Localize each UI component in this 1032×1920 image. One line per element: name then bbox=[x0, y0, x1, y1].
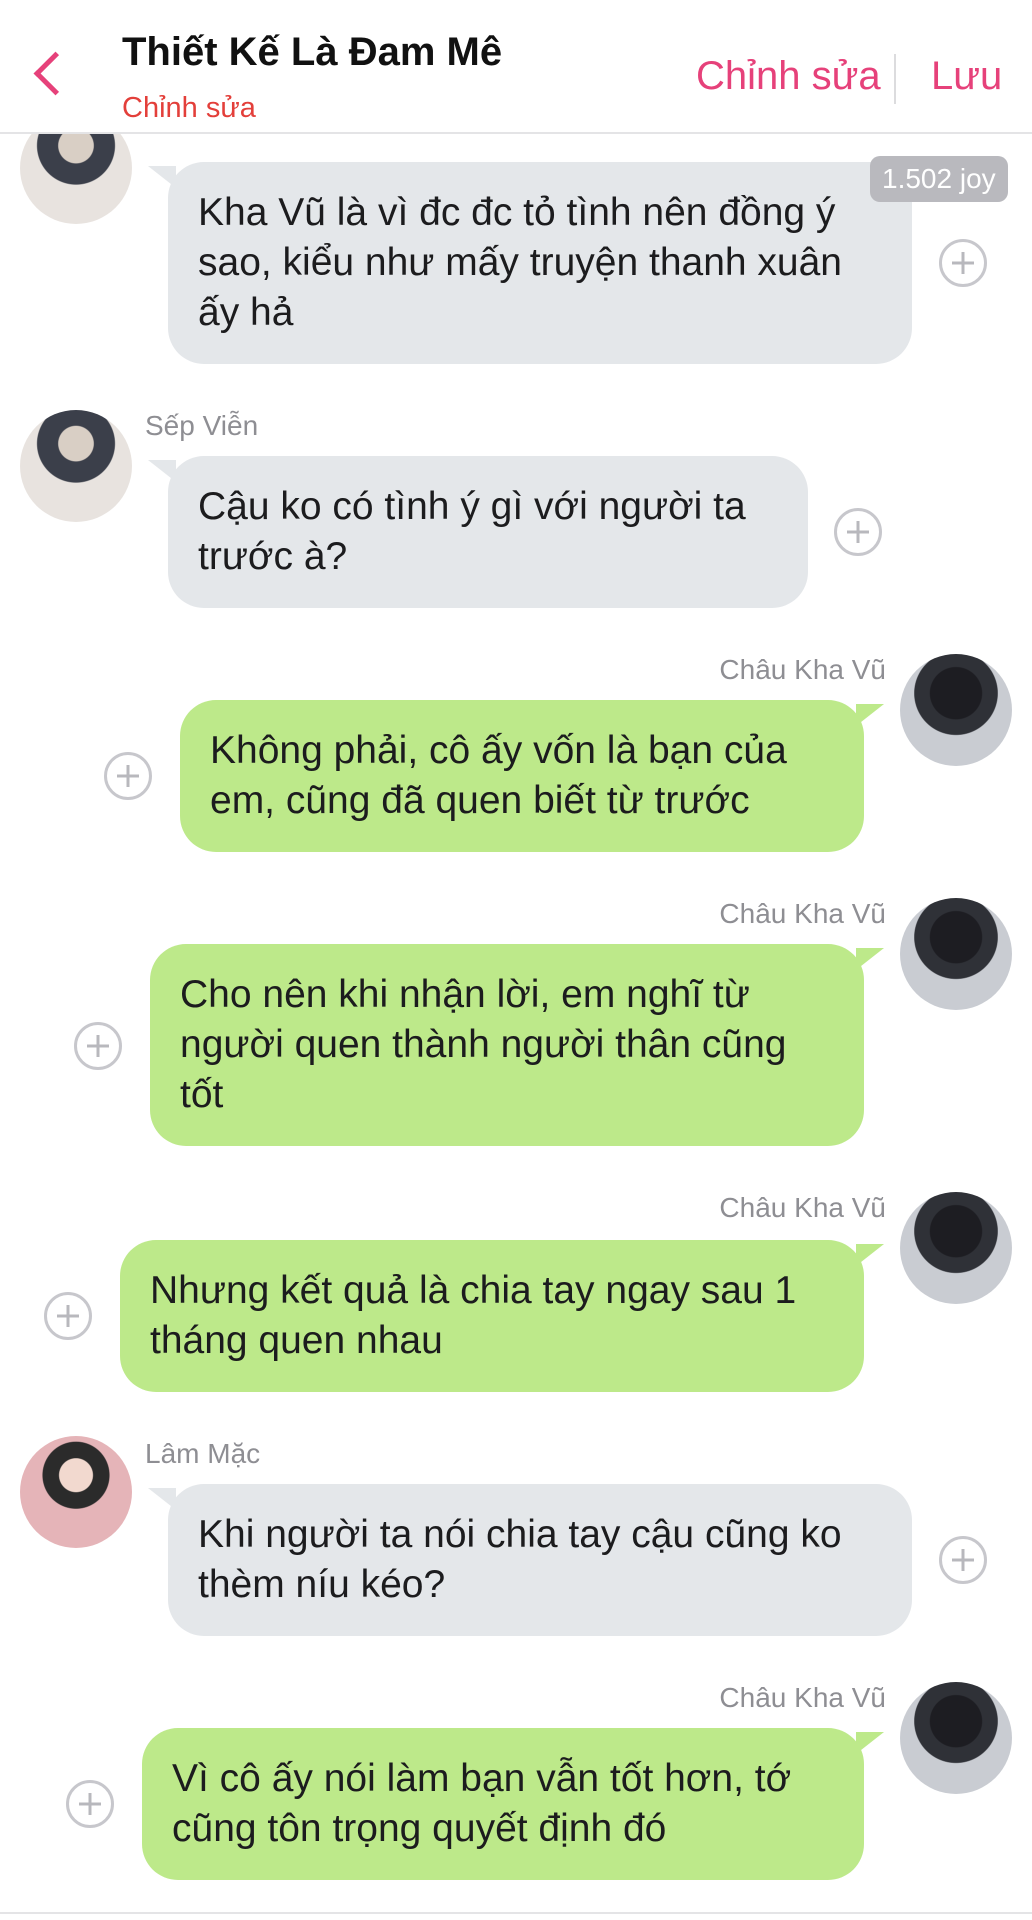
sender-name: Châu Kha Vũ bbox=[719, 654, 886, 685]
header-divider bbox=[894, 54, 896, 104]
avatar-chau-kha-vu[interactable] bbox=[900, 898, 1012, 1010]
back-chevron-icon[interactable] bbox=[33, 51, 78, 96]
sender-name: Châu Kha Vũ bbox=[719, 1192, 886, 1223]
message-bubble[interactable]: Cậu ko có tình ý gì với người ta trước à… bbox=[148, 456, 808, 608]
message-text: Kha Vũ là vì đc đc tỏ tình nên đồng ý sa… bbox=[198, 191, 842, 334]
message-bubble[interactable]: Không phải, cô ấy vốn là bạn của em, cũn… bbox=[180, 700, 884, 852]
message-text: Vì cô ấy nói làm bạn vẫn tốt hơn, tớ cũn… bbox=[172, 1757, 792, 1850]
sender-name: Châu Kha Vũ bbox=[719, 1682, 886, 1713]
chat-title: Thiết Kế Là Đam Mê bbox=[122, 30, 503, 74]
message-bubble[interactable]: Khi người ta nói chia tay cậu cũng ko th… bbox=[148, 1484, 912, 1636]
sender-name: Sếp Viễn bbox=[145, 410, 259, 441]
add-reaction-icon[interactable] bbox=[74, 1022, 122, 1070]
add-reaction-icon[interactable] bbox=[44, 1292, 92, 1340]
joy-badge: 1.502 joy bbox=[870, 156, 1008, 202]
avatar-chau-kha-vu[interactable] bbox=[900, 1192, 1012, 1304]
chat-header: Thiết Kế Là Đam Mê Chỉnh sửa Chỉnh sửa L… bbox=[0, 0, 1032, 134]
avatar-chau-kha-vu[interactable] bbox=[900, 654, 1012, 766]
avatar-sep-vien[interactable] bbox=[20, 410, 132, 522]
add-reaction-icon[interactable] bbox=[104, 752, 152, 800]
edit-button[interactable]: Chỉnh sửa bbox=[696, 54, 881, 99]
sender-name: Lâm Mặc bbox=[145, 1438, 261, 1469]
message-text: Không phải, cô ấy vốn là bạn của em, cũn… bbox=[210, 729, 787, 822]
message-bubble[interactable]: Vì cô ấy nói làm bạn vẫn tốt hơn, tớ cũn… bbox=[142, 1728, 884, 1880]
save-button[interactable]: Lưu bbox=[931, 54, 1002, 99]
add-reaction-icon[interactable] bbox=[834, 508, 882, 556]
chat-subtitle[interactable]: Chỉnh sửa bbox=[122, 92, 256, 125]
message-bubble[interactable]: Kha Vũ là vì đc đc tỏ tình nên đồng ý sa… bbox=[148, 162, 912, 364]
add-reaction-icon[interactable] bbox=[939, 239, 987, 287]
message-bubble[interactable]: Cho nên khi nhận lời, em nghĩ từ người q… bbox=[150, 944, 884, 1146]
avatar-chau-kha-vu[interactable] bbox=[900, 1682, 1012, 1794]
message-text: Nhưng kết quả là chia tay ngay sau 1 thá… bbox=[150, 1269, 797, 1362]
avatar-lam-mac[interactable] bbox=[20, 1436, 132, 1548]
message-bubble[interactable]: Nhưng kết quả là chia tay ngay sau 1 thá… bbox=[120, 1240, 884, 1392]
message-text: Cho nên khi nhận lời, em nghĩ từ người q… bbox=[180, 973, 787, 1116]
add-reaction-icon[interactable] bbox=[66, 1780, 114, 1828]
message-text: Cậu ko có tình ý gì với người ta trước à… bbox=[198, 485, 746, 578]
bottom-divider bbox=[0, 1912, 1032, 1914]
message-text: Khi người ta nói chia tay cậu cũng ko th… bbox=[198, 1513, 842, 1606]
add-reaction-icon[interactable] bbox=[939, 1536, 987, 1584]
sender-name: Châu Kha Vũ bbox=[719, 898, 886, 929]
